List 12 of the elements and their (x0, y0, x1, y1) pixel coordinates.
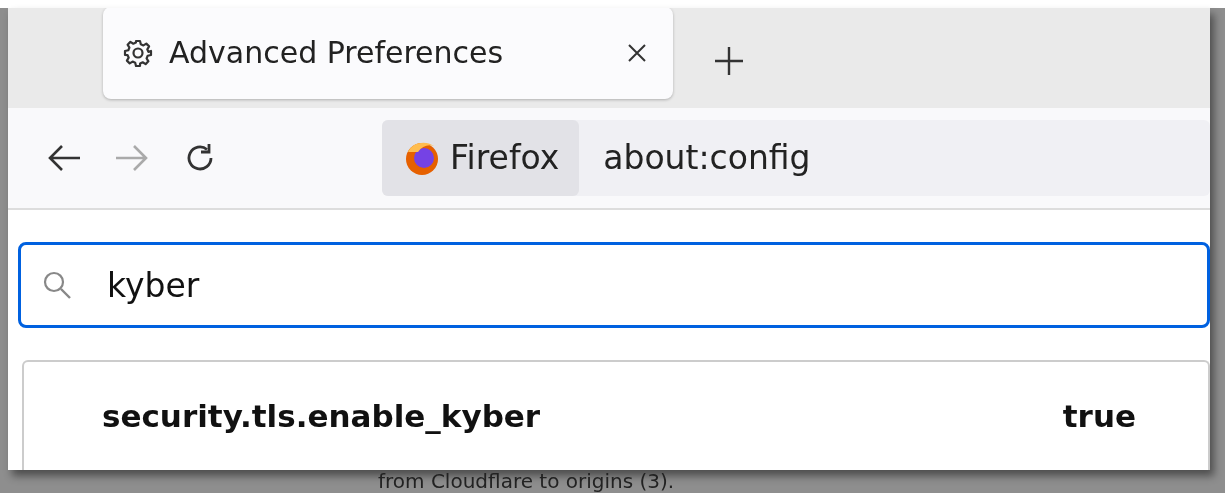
search-icon (42, 270, 72, 300)
tab[interactable]: Advanced Preferences (103, 8, 673, 99)
address-bar[interactable]: Firefox about:config (382, 119, 1210, 196)
page-text: from Cloudflare to origins (3). (377, 470, 676, 493)
preference-name: security.tls.enable_kyber (102, 396, 541, 436)
preference-value: true (1062, 396, 1136, 436)
url-text: about:config (603, 137, 811, 179)
search-field[interactable]: kyber (18, 242, 1210, 328)
plus-icon (713, 44, 745, 77)
gear-icon (123, 37, 153, 68)
identity-chip[interactable]: Firefox (382, 119, 580, 196)
close-icon[interactable] (627, 42, 647, 63)
